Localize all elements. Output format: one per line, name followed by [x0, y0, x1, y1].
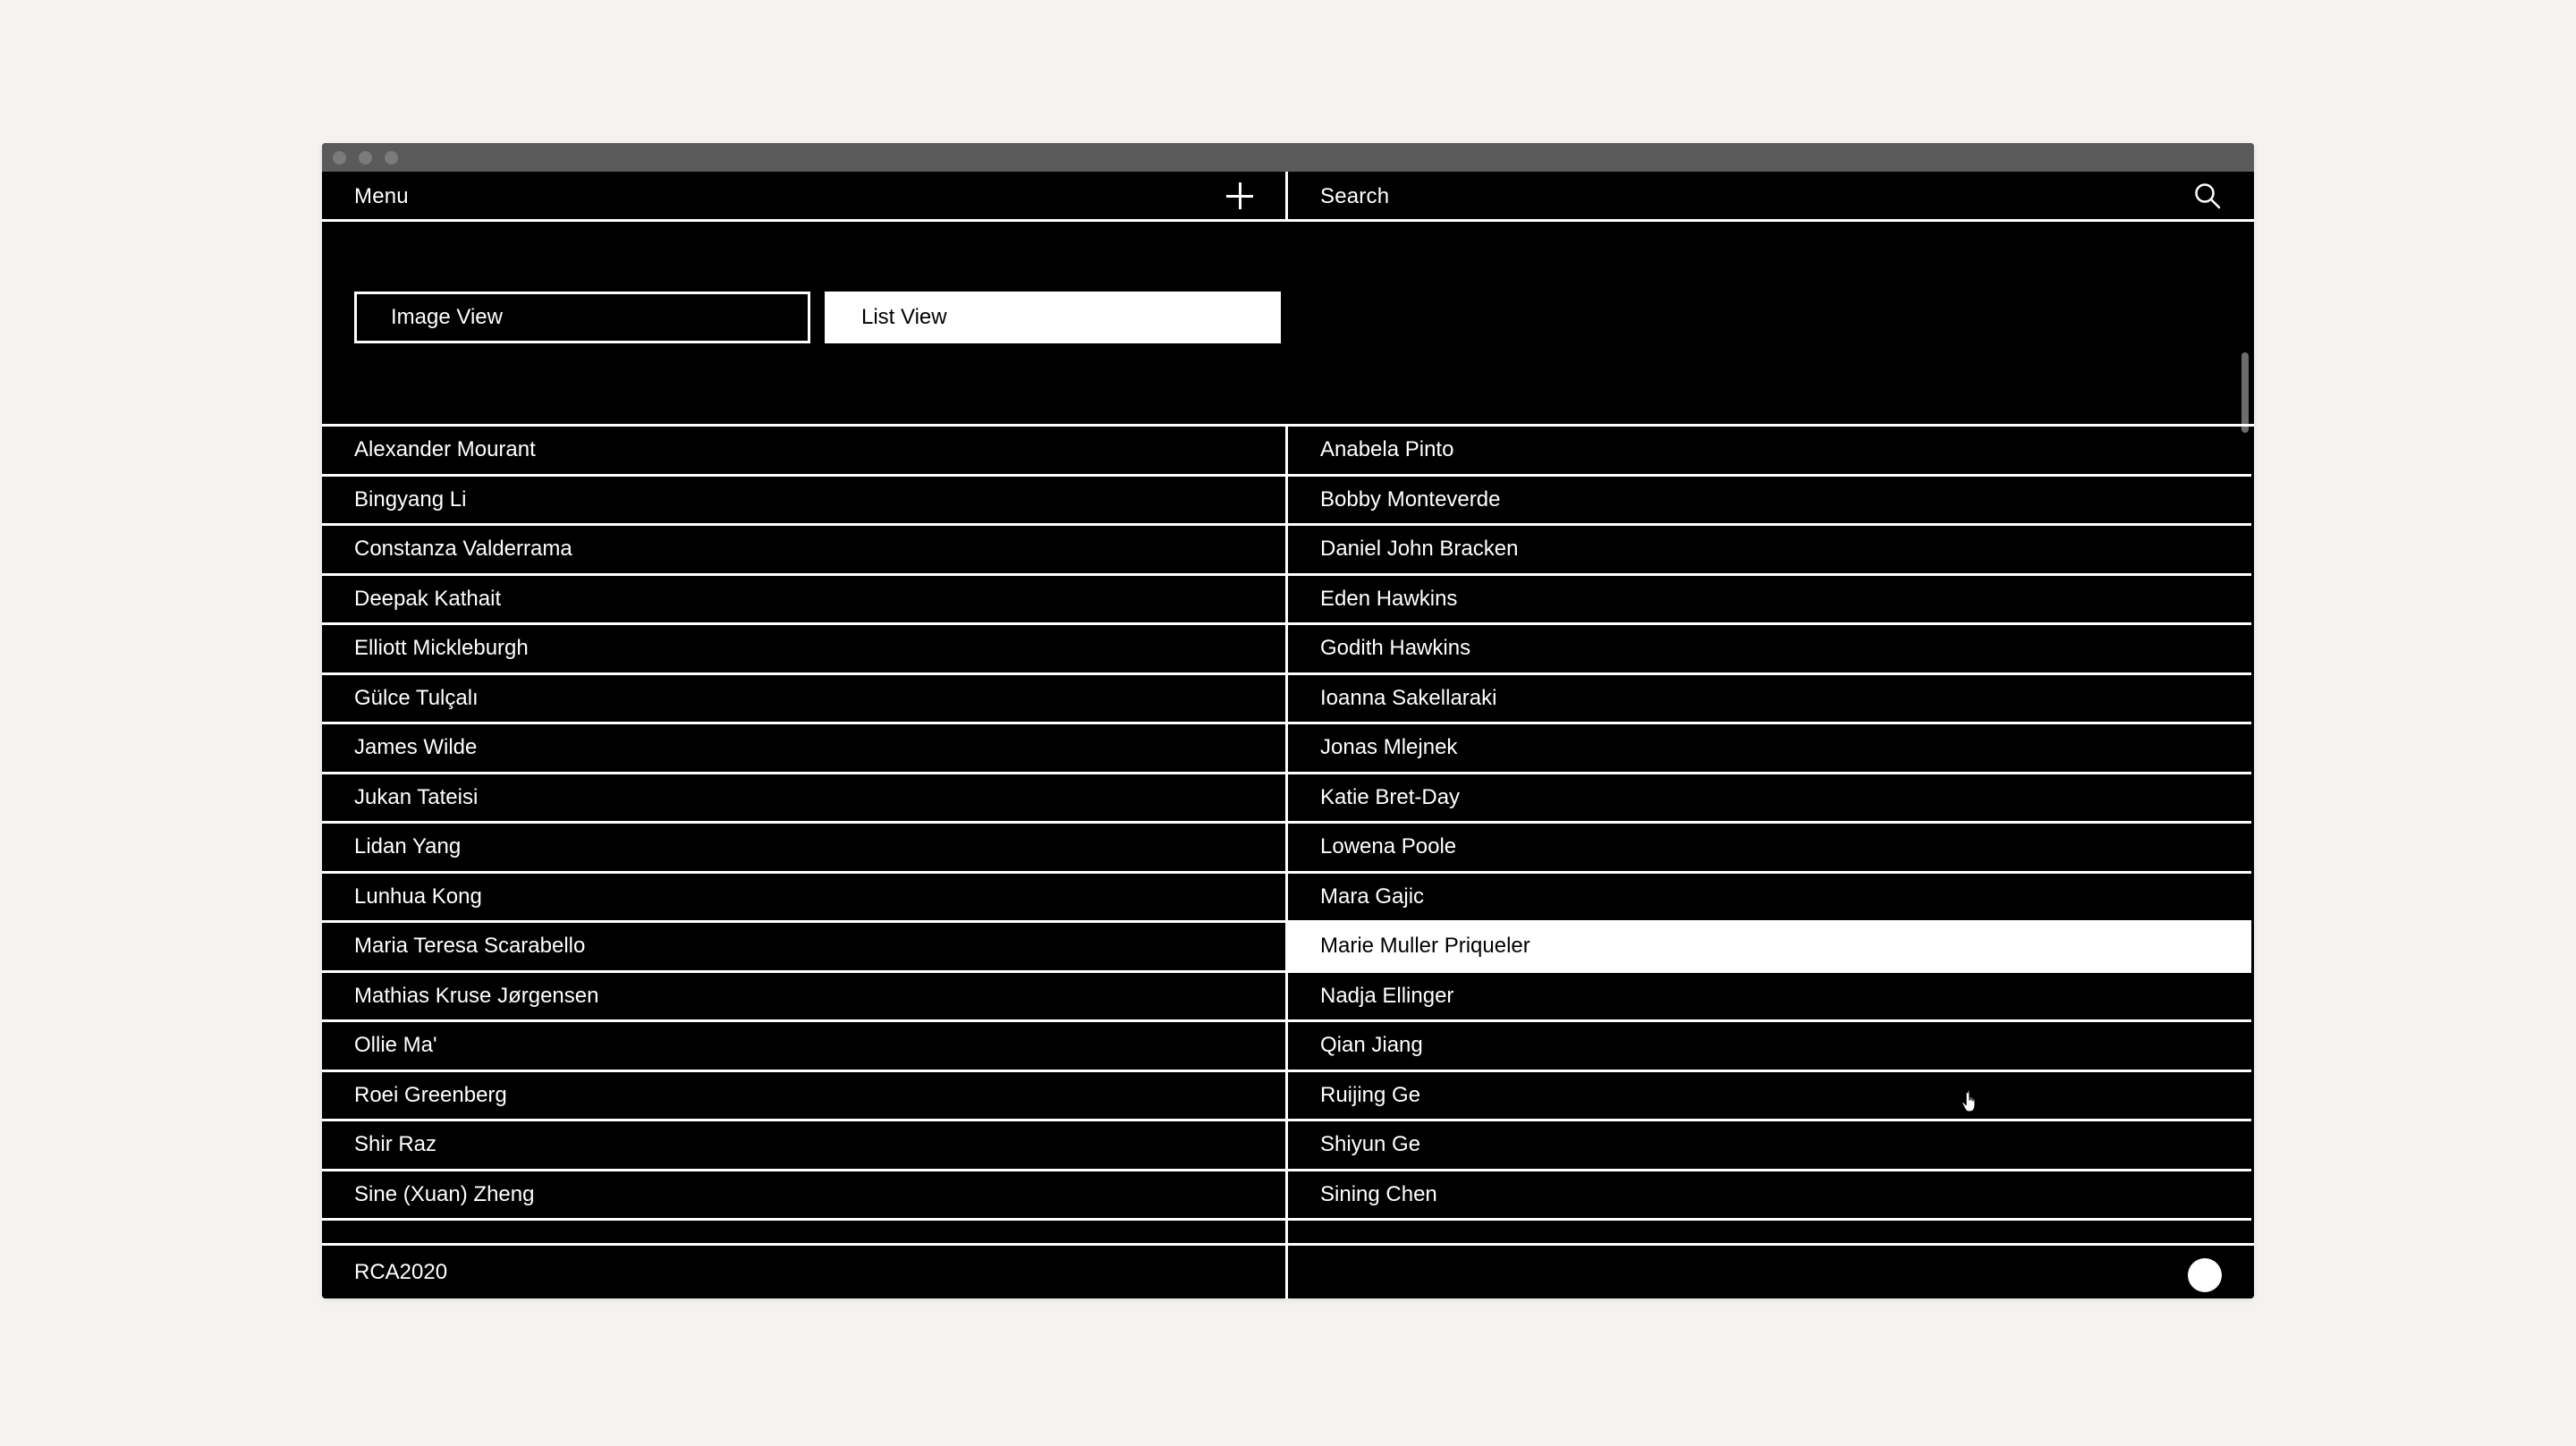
list-item[interactable]: James Wilde [322, 724, 1285, 774]
list-item-label: Constanza Valderrama [354, 537, 572, 562]
list-item-label: Sine (Xuan) Zheng [354, 1181, 535, 1206]
list-item[interactable]: Lunhua Kong [322, 874, 1285, 923]
list-item-label: Godith Hawkins [1320, 636, 1471, 661]
list-item-label: Mathias Kruse Jørgensen [354, 983, 599, 1008]
list-item-label: Bobby Monteverde [1320, 486, 1501, 512]
list-item[interactable]: Jonas Mlejnek [1288, 724, 2251, 774]
list-item-label: Lowena Poole [1320, 834, 1457, 859]
list-item-label: Katie Bret-Day [1320, 784, 1461, 809]
list-item[interactable]: Elliott Mickleburgh [322, 625, 1285, 675]
header-divider [1285, 172, 1288, 222]
maximize-window-icon[interactable] [385, 151, 398, 165]
list-item[interactable]: Katie Bret-Day [1288, 774, 2251, 824]
theme-toggle-circle-icon[interactable] [2188, 1258, 2222, 1292]
list-item[interactable]: Ollie Ma' [322, 1022, 1285, 1072]
browser-window: Menu Search Image View List View Alexand… [322, 143, 2254, 1298]
list-item-label: Gülce Tulçalı [354, 685, 479, 710]
image-view-button[interactable]: Image View [354, 292, 810, 343]
footer-logo-text[interactable]: RCA2020 [354, 1260, 447, 1285]
list-item[interactable]: Godith Hawkins [1288, 625, 2251, 675]
list-item-label: Elliott Mickleburgh [354, 636, 529, 661]
search-icon[interactable] [2193, 182, 2222, 210]
list-item-label: Ollie Ma' [354, 1033, 437, 1058]
list-item[interactable]: Maria Teresa Scarabello [322, 923, 1285, 973]
list-item[interactable]: Mathias Kruse Jørgensen [322, 973, 1285, 1022]
list-item-label: Bingyang Li [354, 486, 467, 512]
list-item[interactable]: Mara Gajic [1288, 874, 2251, 923]
list-item-label: Nadja Ellinger [1320, 983, 1454, 1008]
list-item-label: Ruijing Ge [1320, 1082, 1421, 1107]
list-item-label: Anabela Pinto [1320, 437, 1454, 462]
scrollbar-thumb[interactable] [2241, 352, 2249, 433]
menu-label: Menu [354, 184, 409, 208]
list-item[interactable]: Jukan Tateisi [322, 774, 1285, 824]
name-column-left: Alexander Mourant Bingyang Li Constanza Va… [322, 427, 1285, 1221]
list-item[interactable]: Ioanna Sakellaraki [1288, 675, 2251, 724]
list-item[interactable]: Lidan Yang [322, 824, 1285, 874]
list-item[interactable]: Qian Jiang [1288, 1022, 2251, 1072]
list-item[interactable]: Shiyun Ge [1288, 1121, 2251, 1171]
list-item-label: Alexander Mourant [354, 437, 536, 462]
plus-icon[interactable] [1226, 182, 1253, 209]
close-window-icon[interactable] [333, 151, 346, 165]
footer-divider [1285, 1246, 1288, 1298]
list-item-label: Shir Raz [354, 1132, 437, 1157]
list-item[interactable]: Eden Hawkins [1288, 576, 2251, 625]
top-bar: Menu Search [322, 172, 2254, 222]
list-item-label: Roei Greenberg [354, 1082, 507, 1107]
list-item[interactable]: Bobby Monteverde [1288, 477, 2251, 526]
footer-bar: RCA2020 [322, 1243, 2254, 1298]
list-item[interactable]: Nadja Ellinger [1288, 973, 2251, 1022]
list-item[interactable]: Shir Raz [322, 1121, 1285, 1171]
image-view-label: Image View [391, 305, 503, 329]
list-item[interactable]: Deepak Kathait [322, 576, 1285, 625]
search-bar[interactable]: Search [1288, 172, 2254, 219]
list-item-label: Maria Teresa Scarabello [354, 934, 586, 959]
list-item[interactable]: Roei Greenberg [322, 1072, 1285, 1121]
list-item-label: Shiyun Ge [1320, 1132, 1421, 1157]
list-item[interactable]: Lowena Poole [1288, 824, 2251, 874]
search-label: Search [1320, 184, 1390, 208]
name-column-right: Anabela Pinto Bobby Monteverde Daniel John… [1288, 427, 2251, 1221]
list-item-label: Mara Gajic [1320, 884, 1425, 909]
list-item-label: Jukan Tateisi [354, 784, 479, 809]
list-item-label: Jonas Mlejnek [1320, 735, 1458, 760]
list-item[interactable]: Alexander Mourant [322, 427, 1285, 477]
list-item[interactable]: Constanza Valderrama [322, 526, 1285, 576]
list-item-label: Deepak Kathait [354, 586, 502, 611]
window-titlebar [322, 143, 2254, 172]
list-item-label: Qian Jiang [1320, 1033, 1423, 1058]
list-item-label: Daniel John Bracken [1320, 537, 1519, 562]
hand-pointer-icon [1962, 1089, 1976, 1112]
minimize-window-icon[interactable] [359, 151, 372, 165]
list-view-label: List View [861, 305, 947, 329]
list-item-label: Lunhua Kong [354, 884, 482, 909]
list-item-label: Sining Chen [1320, 1181, 1437, 1206]
list-item-label: Ioanna Sakellaraki [1320, 685, 1497, 710]
list-item[interactable]: Gülce Tulçalı [322, 675, 1285, 724]
list-item[interactable]: Ruijing Ge [1288, 1072, 2251, 1121]
list-item-label: Eden Hawkins [1320, 586, 1458, 611]
list-item-label: James Wilde [354, 735, 478, 760]
menu-toggle[interactable]: Menu [322, 172, 1285, 219]
name-list: Alexander Mourant Bingyang Li Constanza Va… [322, 427, 2254, 1264]
list-item[interactable]: Sining Chen [1288, 1171, 2251, 1221]
list-view-button[interactable]: List View [825, 292, 1281, 343]
list-item-label: Marie Muller Priqueler [1320, 934, 1530, 959]
list-item[interactable]: Bingyang Li [322, 477, 1285, 526]
list-item[interactable]: Daniel John Bracken [1288, 526, 2251, 576]
list-item-label: Lidan Yang [354, 834, 462, 859]
list-item[interactable]: Marie Muller Priqueler [1288, 923, 2251, 973]
list-item[interactable]: Anabela Pinto [1288, 427, 2251, 477]
list-item[interactable]: Sine (Xuan) Zheng [322, 1171, 1285, 1221]
